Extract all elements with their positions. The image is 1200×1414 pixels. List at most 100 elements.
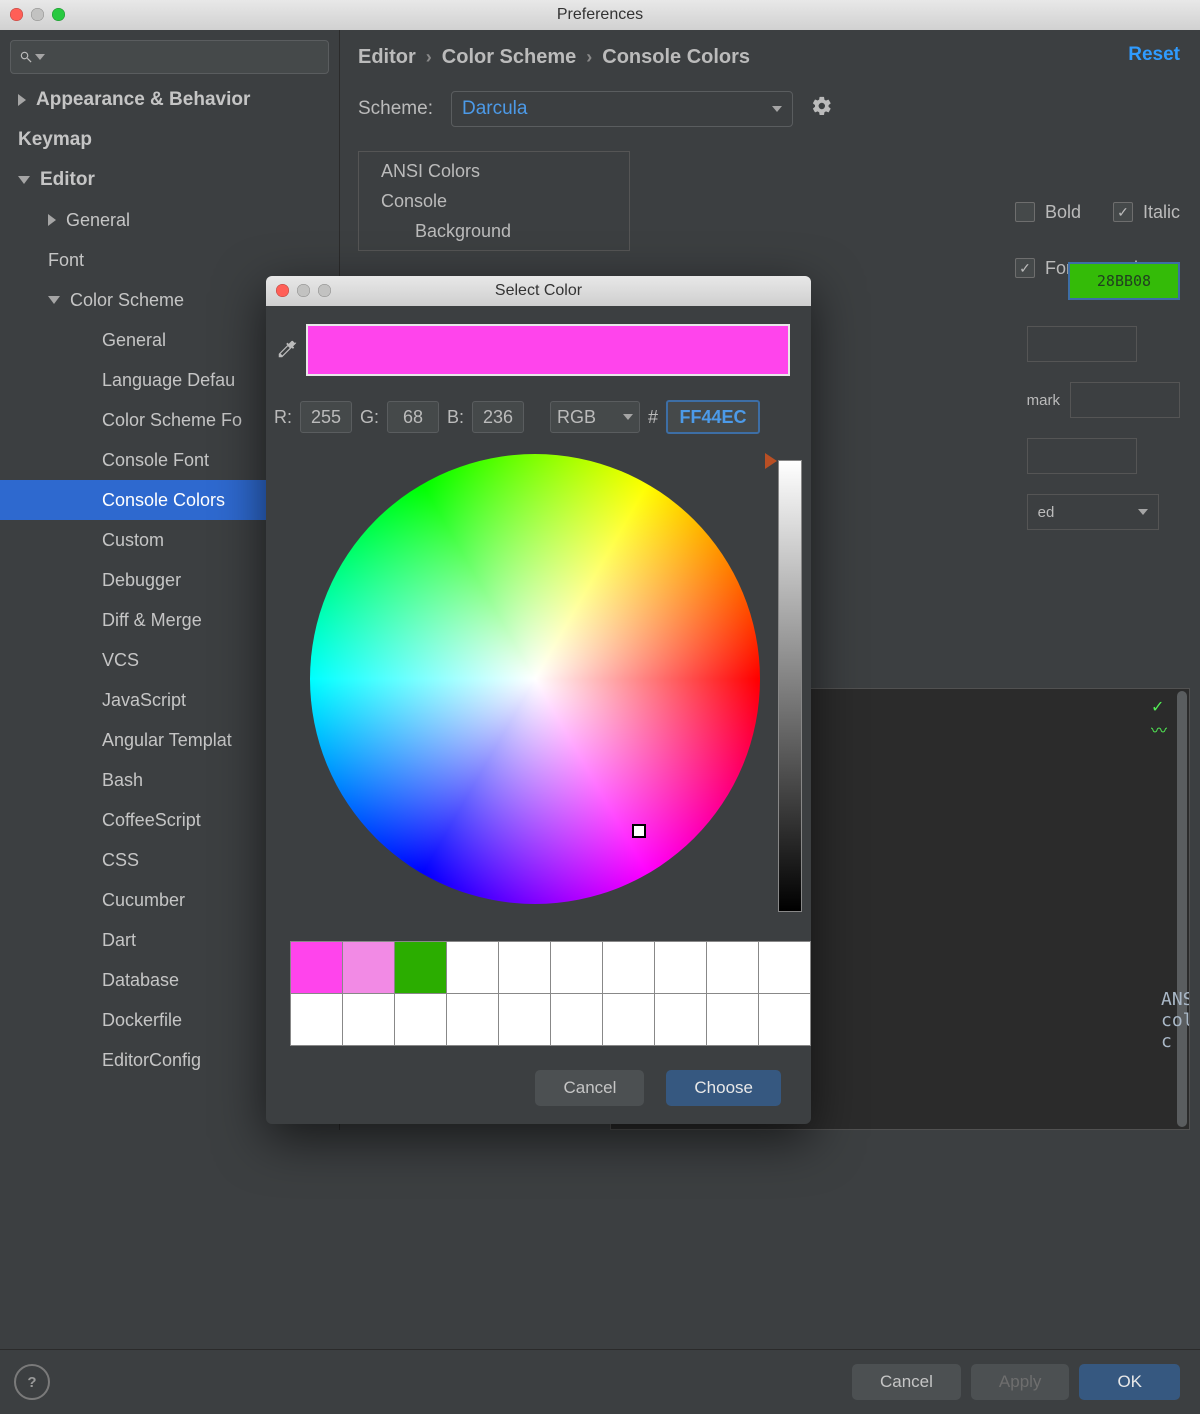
breadcrumb: Editor › Color Scheme › Console Colors [358, 46, 1180, 69]
chevron-down-icon [18, 176, 30, 184]
tree-item-background[interactable]: Background [359, 216, 629, 246]
reset-link[interactable]: Reset [1128, 44, 1180, 66]
selected-color-preview [306, 324, 790, 376]
close-dialog-icon[interactable] [276, 284, 289, 297]
sidebar-item-label: Bash [102, 770, 143, 791]
color-mode-select[interactable]: RGB [550, 401, 640, 433]
color-swatch[interactable] [1027, 438, 1137, 474]
errorstripe-label: mark [1027, 392, 1060, 409]
sidebar-item-label: Debugger [102, 570, 181, 591]
sidebar-item-label: Editor [40, 169, 95, 191]
sidebar-item-label: Appearance & Behavior [36, 89, 250, 111]
breadcrumb-part[interactable]: Console Colors [602, 46, 750, 69]
foreground-checkbox[interactable]: ✓ [1015, 258, 1035, 278]
color-preset-cell[interactable] [291, 942, 343, 994]
inspection-ok-icon[interactable]: ✓〰 [1151, 697, 1167, 741]
r-input[interactable]: 255 [300, 401, 352, 433]
search-dropdown-icon[interactable] [35, 54, 45, 60]
hash-label: # [648, 407, 658, 428]
sidebar-item-appearancethese-behavior[interactable]: Appearance & Behavior [0, 80, 339, 120]
close-window-icon[interactable] [10, 8, 23, 21]
sidebar-item-label: VCS [102, 650, 139, 671]
breadcrumb-part[interactable]: Editor [358, 46, 416, 69]
color-preset-cell[interactable] [447, 994, 499, 1046]
color-preset-cell[interactable] [447, 942, 499, 994]
scrollbar[interactable] [1177, 691, 1187, 1127]
color-preset-cell[interactable] [551, 994, 603, 1046]
sidebar-item-label: JavaScript [102, 690, 186, 711]
foreground-color-swatch[interactable]: 28BB08 [1068, 262, 1180, 300]
window-title: Preferences [557, 6, 643, 24]
sidebar-item-label: CoffeeScript [102, 810, 201, 831]
breadcrumb-part[interactable]: Color Scheme [442, 46, 576, 69]
chevron-down-icon [1138, 509, 1148, 515]
color-preset-cell[interactable] [291, 994, 343, 1046]
sidebar-item-label: Console Colors [102, 490, 225, 511]
chevron-down-icon [772, 106, 782, 112]
color-preset-cell[interactable] [655, 994, 707, 1046]
apply-button[interactable]: Apply [971, 1364, 1070, 1400]
brightness-slider[interactable] [778, 460, 802, 912]
sidebar-item-label: Dockerfile [102, 1010, 182, 1031]
colorpicker-choose-button[interactable]: Choose [666, 1070, 781, 1106]
tree-item-console[interactable]: Console [359, 186, 629, 216]
color-wheel[interactable] [310, 454, 760, 904]
dialog-title: Select Color [495, 282, 582, 300]
sidebar-item-general[interactable]: General [0, 200, 339, 240]
color-preset-cell[interactable] [655, 942, 707, 994]
color-preset-cell[interactable] [343, 994, 395, 1046]
search-icon [19, 50, 33, 64]
color-preset-cell[interactable] [551, 942, 603, 994]
bold-checkbox[interactable] [1015, 202, 1035, 222]
g-label: G: [360, 407, 379, 428]
color-wheel-cursor[interactable] [632, 824, 646, 838]
help-button[interactable]: ? [14, 1364, 50, 1400]
minimize-window-icon[interactable] [31, 8, 44, 21]
sidebar-item-label: Database [102, 970, 179, 991]
scheme-value: Darcula [462, 98, 527, 120]
color-preset-cell[interactable] [395, 942, 447, 994]
hex-input[interactable]: FF44EC [666, 400, 760, 434]
color-preset-cell[interactable] [499, 994, 551, 1046]
b-input[interactable]: 236 [472, 401, 524, 433]
b-label: B: [447, 407, 464, 428]
chevron-right-icon [18, 94, 26, 106]
rgb-inputs: R: 255 G: 68 B: 236 RGB # FF44EC [274, 400, 760, 434]
sidebar-item-editor[interactable]: Editor [0, 160, 339, 200]
sidebar-item-label: Keymap [18, 129, 92, 151]
color-preset-cell[interactable] [603, 942, 655, 994]
color-preset-cell[interactable] [707, 942, 759, 994]
color-preset-cell[interactable] [759, 942, 811, 994]
italic-label: Italic [1143, 202, 1180, 223]
scheme-select[interactable]: Darcula [451, 91, 793, 127]
color-swatch[interactable] [1070, 382, 1180, 418]
window-controls [10, 8, 65, 21]
sidebar-item-font[interactable]: Font [0, 240, 339, 280]
color-preset-cell[interactable] [707, 994, 759, 1046]
color-preset-cell[interactable] [499, 942, 551, 994]
zoom-window-icon[interactable] [52, 8, 65, 21]
eyedropper-icon[interactable] [276, 338, 298, 360]
g-input[interactable]: 68 [387, 401, 439, 433]
brightness-marker-icon[interactable] [765, 453, 777, 469]
color-preset-cell[interactable] [395, 994, 447, 1046]
color-preset-cell[interactable] [603, 994, 655, 1046]
effect-type-select[interactable]: ed [1027, 494, 1159, 530]
sidebar-item-keymap[interactable]: Keymap [0, 120, 339, 160]
zoom-dialog-icon [318, 284, 331, 297]
cancel-button[interactable]: Cancel [852, 1364, 961, 1400]
italic-checkbox[interactable]: ✓ [1113, 202, 1133, 222]
select-color-dialog: Select Color R: 255 G: 68 B: 236 RGB # F… [266, 276, 811, 1124]
sidebar-item-label: Font [48, 250, 84, 271]
gear-icon[interactable] [811, 95, 833, 123]
color-preset-cell[interactable] [343, 942, 395, 994]
color-preset-cell[interactable] [759, 994, 811, 1046]
ok-button[interactable]: OK [1079, 1364, 1180, 1400]
tree-item-ansi-colors[interactable]: ANSI Colors [359, 156, 629, 186]
color-preset-grid [290, 941, 811, 1046]
preview-text: ANSI colors c [1161, 989, 1190, 1052]
sidebar-item-label: Custom [102, 530, 164, 551]
colorpicker-cancel-button[interactable]: Cancel [535, 1070, 644, 1106]
color-swatch[interactable] [1027, 326, 1137, 362]
search-input[interactable] [10, 40, 329, 74]
